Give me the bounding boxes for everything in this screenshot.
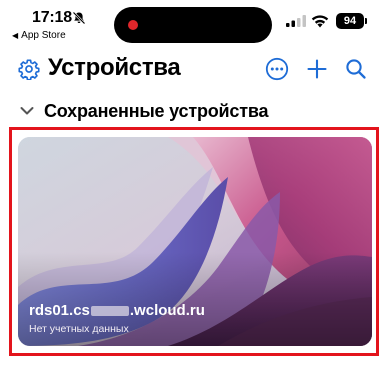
more-button[interactable] (264, 56, 290, 82)
device-card[interactable]: rds01.cs .wcloud.ru Нет учетных данных (18, 137, 372, 346)
redacted-text (90, 306, 129, 317)
wifi-icon (311, 15, 329, 28)
battery-icon: 94 (336, 13, 364, 29)
recording-indicator-icon (128, 20, 138, 30)
device-name: rds01.cs .wcloud.ru (29, 302, 205, 319)
more-icon (265, 57, 289, 81)
status-time: 17:18 (32, 9, 72, 26)
plus-icon (307, 59, 327, 79)
status-bar: 17:18 ◀ App Store 94 (0, 0, 390, 46)
dynamic-island (114, 7, 272, 43)
search-button[interactable] (343, 56, 369, 82)
bell-slash-icon (72, 11, 86, 25)
device-name-prefix: rds01.cs (29, 302, 90, 319)
add-device-button[interactable] (304, 56, 330, 82)
gear-icon[interactable] (18, 58, 40, 80)
section-header-saved-devices[interactable]: Сохраненные устройства (20, 100, 268, 122)
back-app-label: App Store (21, 30, 66, 41)
section-title: Сохраненные устройства (44, 100, 269, 121)
page-title: Устройства (48, 54, 181, 81)
chevron-down-icon (20, 107, 34, 115)
back-to-app-store[interactable]: ◀ App Store (12, 30, 66, 41)
back-triangle-icon: ◀ (12, 31, 19, 40)
battery-tip (365, 18, 367, 24)
search-icon (346, 59, 366, 79)
device-name-suffix: .wcloud.ru (129, 302, 205, 319)
signal-icon (286, 15, 306, 27)
device-credentials-status: Нет учетных данных (29, 323, 129, 335)
nav-header: Устройства (0, 50, 390, 90)
